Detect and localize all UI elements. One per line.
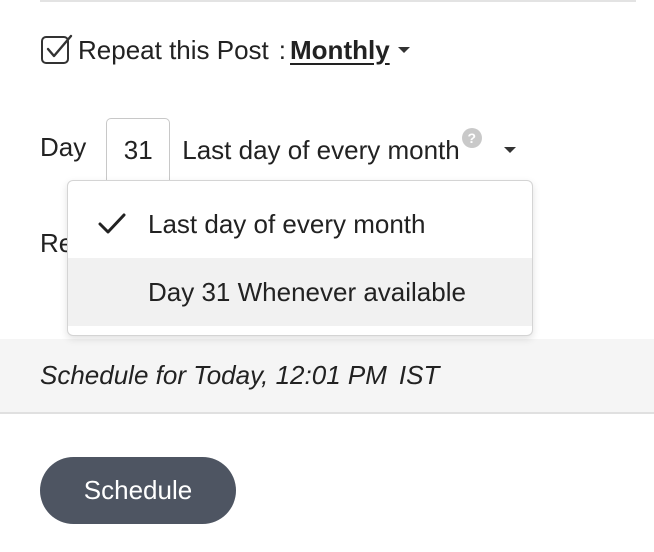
dropdown-option-day-31[interactable]: Day 31 Whenever available (68, 258, 532, 326)
repeat-row: Repeat this Post : Monthly (40, 30, 410, 70)
schedule-button[interactable]: Schedule (40, 457, 236, 524)
day-option-dropdown-menu: Last day of every month Day 31 Whenever … (67, 180, 533, 336)
day-row: Day Last day of every month ? (40, 118, 516, 182)
repeat-frequency-dropdown[interactable]: Monthly (290, 35, 390, 66)
top-divider (40, 0, 636, 2)
caret-down-icon[interactable] (503, 147, 516, 153)
day-input[interactable] (106, 118, 171, 182)
day-option-selected-label: Last day of every month (182, 134, 460, 165)
repeat-label: Repeat this Post (78, 34, 269, 65)
caret-down-icon[interactable] (397, 47, 410, 53)
repeat-separator: : (278, 34, 287, 65)
schedule-summary-text: Schedule for Today, 12:01 PM (40, 360, 387, 390)
obscured-row-label: Re (40, 228, 68, 258)
check-icon (98, 212, 126, 236)
dropdown-option-label: Day 31 Whenever available (148, 276, 466, 307)
help-icon[interactable]: ? (461, 128, 482, 148)
day-label: Day (40, 131, 87, 162)
dropdown-option-last-day[interactable]: Last day of every month (68, 190, 532, 258)
schedule-summary-band: Schedule for Today, 12:01 PM IST (0, 339, 654, 414)
dropdown-option-label: Last day of every month (148, 208, 426, 239)
schedule-post-panel: Repeat this Post : Monthly Day Last day … (0, 0, 654, 552)
checkbox-checked-icon[interactable] (40, 33, 74, 67)
schedule-timezone: IST (398, 360, 440, 390)
day-option-select[interactable]: Last day of every month ? (182, 128, 516, 166)
